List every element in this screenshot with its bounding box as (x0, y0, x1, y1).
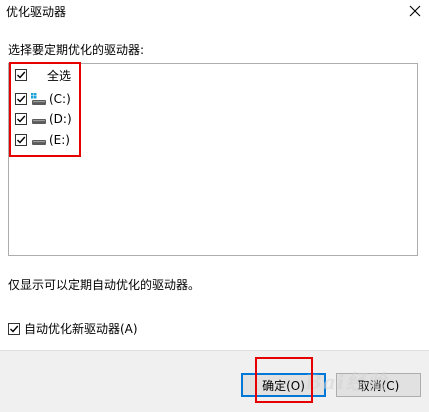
close-icon[interactable] (404, 0, 426, 22)
dialog-title: 优化驱动器 (6, 5, 67, 19)
auto-optimize-checkbox[interactable] (8, 322, 20, 335)
baidu-watermark: Bai经验 (305, 370, 388, 394)
auto-optimize-label: 自动优化新驱动器(A) (24, 322, 138, 336)
auto-optimize-option[interactable]: 自动优化新驱动器(A) (8, 320, 138, 337)
ok-button-highlight (255, 357, 313, 403)
drive-selection-prompt: 选择要定期优化的驱动器: (8, 43, 145, 57)
title-bar: 优化驱动器 (0, 0, 429, 24)
drive-selection-highlight (9, 62, 81, 157)
drive-list-info: 仅显示可以定期自动优化的驱动器。 (8, 278, 201, 292)
